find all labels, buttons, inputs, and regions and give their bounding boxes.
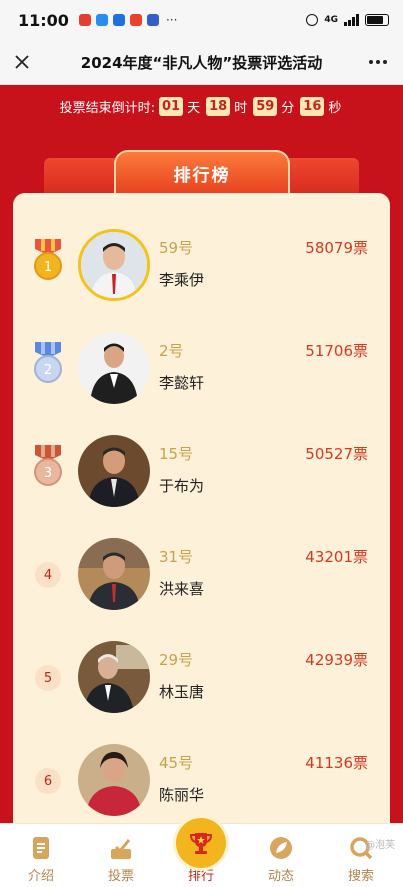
ranking-row[interactable]: 6 45号 陈丽华 41136票 <box>13 730 390 830</box>
app-notification-icon <box>78 14 91 26</box>
app-notification-icon <box>129 14 142 26</box>
candidate-name: 李懿轩 <box>159 374 205 392</box>
trophy-icon <box>189 833 213 854</box>
app-notification-icon <box>95 14 108 26</box>
candidate-number: 31号 <box>159 548 194 566</box>
vote-count: 43201票 <box>305 548 368 566</box>
page-title: 2024年度“非凡人物”投票评选活动 <box>80 53 323 72</box>
candidate-number: 59号 <box>159 239 194 257</box>
avatar <box>78 229 150 301</box>
close-icon <box>15 55 29 69</box>
candidate-number: 2号 <box>159 342 184 360</box>
nav-item-news[interactable]: 动态 <box>241 828 321 884</box>
ranking-row[interactable]: 1 59号 李乘伊 58079票 <box>13 215 390 315</box>
ranking-row[interactable]: 3 15号 于布为 50527票 <box>13 421 390 521</box>
ranking-list: 1 59号 李乘伊 58079票 2 2号 李懿轩 51706票 3 15号 于… <box>13 193 390 833</box>
ranking-row[interactable]: 2 2号 李懿轩 51706票 <box>13 318 390 418</box>
nav-item-vote[interactable]: 投票 <box>81 828 161 884</box>
candidate-name: 于布为 <box>159 477 205 495</box>
gold-medal-icon: 1 <box>30 237 66 281</box>
rank-number: 4 <box>35 562 61 588</box>
vote-count: 41136票 <box>305 754 368 772</box>
battery-icon <box>365 14 389 26</box>
alarm-icon <box>306 14 319 26</box>
vote-count: 58079票 <box>305 239 368 257</box>
title-bar: 2024年度“非凡人物”投票评选活动 <box>0 40 403 85</box>
ranking-tab: 排行榜 <box>114 150 290 194</box>
candidate-number: 45号 <box>159 754 194 772</box>
avatar <box>78 538 150 610</box>
more-options-button[interactable] <box>363 48 393 76</box>
nav-label: 动态 <box>267 869 294 884</box>
countdown-days: 01 <box>158 96 184 116</box>
app-notification-icon <box>146 14 159 26</box>
trophy-button <box>176 818 226 868</box>
bottom-nav: 介绍 投票 排行 动态 搜索 @泡芙 <box>0 818 403 887</box>
more-dot-icon <box>383 60 387 64</box>
candidate-number: 15号 <box>159 445 194 463</box>
vote-count: 42939票 <box>305 651 368 669</box>
rank-number: 5 <box>35 665 61 691</box>
silver-medal-icon: 2 <box>30 340 66 384</box>
signal-icon <box>344 14 359 26</box>
nav-item-intro[interactable]: 介绍 <box>1 828 81 884</box>
status-app-icons: ··· <box>78 13 178 27</box>
avatar <box>78 332 150 404</box>
countdown-seconds: 16 <box>300 96 325 116</box>
countdown-days-unit: 天 <box>187 100 201 116</box>
bronze-medal-icon: 3 <box>30 443 66 487</box>
svg-text:1: 1 <box>44 260 52 275</box>
watermark: @泡芙 <box>365 840 395 851</box>
svg-text:3: 3 <box>44 466 52 481</box>
vote-count: 50527票 <box>305 445 368 463</box>
candidate-name: 李乘伊 <box>159 271 205 289</box>
status-bar: 11:00 ··· 4G <box>0 0 403 40</box>
candidate-name: 林玉唐 <box>159 683 205 701</box>
nav-label: 投票 <box>107 869 134 884</box>
countdown-hours: 18 <box>206 96 231 116</box>
rank-number: 6 <box>35 768 61 794</box>
nav-item-ranking[interactable]: 排行 <box>161 818 241 884</box>
more-dot-icon <box>376 60 380 64</box>
avatar <box>78 435 150 507</box>
ranking-tab-label: 排行榜 <box>173 165 231 186</box>
vote-count: 51706票 <box>305 342 368 360</box>
ranking-row[interactable]: 4 31号 洪来喜 43201票 <box>13 524 390 624</box>
svg-text:2: 2 <box>44 363 52 378</box>
status-time: 11:00 <box>18 10 69 30</box>
leaf-icon <box>270 837 292 859</box>
vote-icon <box>111 839 131 859</box>
status-more-icon: ··· <box>165 13 178 27</box>
more-dot-icon <box>369 60 373 64</box>
network-label: 4G <box>324 14 338 25</box>
nav-label: 搜索 <box>347 869 374 884</box>
document-icon <box>33 837 49 859</box>
candidate-name: 陈丽华 <box>159 786 205 804</box>
avatar <box>78 744 150 816</box>
avatar <box>78 641 150 713</box>
close-button[interactable] <box>8 48 36 76</box>
nav-label: 介绍 <box>27 869 54 884</box>
countdown-seconds-unit: 秒 <box>328 100 342 116</box>
app-notification-icon <box>112 14 125 26</box>
candidate-number: 29号 <box>159 651 194 669</box>
countdown-label: 投票结束倒计时: <box>59 100 155 116</box>
candidate-name: 洪来喜 <box>159 580 205 598</box>
countdown-minutes-unit: 分 <box>281 100 295 116</box>
ranking-row[interactable]: 5 29号 林玉唐 42939票 <box>13 627 390 727</box>
countdown-hours-unit: 时 <box>234 100 248 116</box>
countdown-minutes: 59 <box>253 96 278 116</box>
countdown-bar: 投票结束倒计时: 01 天 18 时 59 分 16 秒 <box>0 92 403 120</box>
